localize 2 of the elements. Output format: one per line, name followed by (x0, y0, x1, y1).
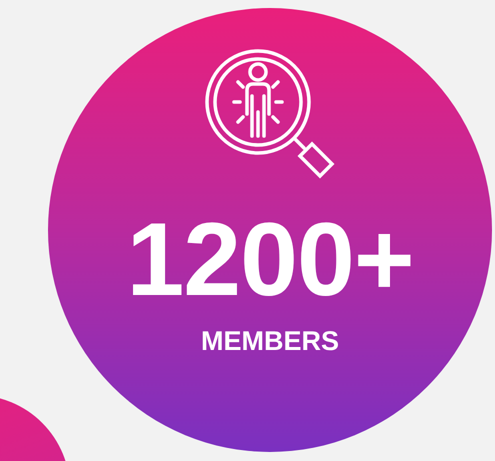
stat-value: 1200+ (126, 208, 414, 312)
stat-label: MEMBERS (200, 328, 339, 355)
